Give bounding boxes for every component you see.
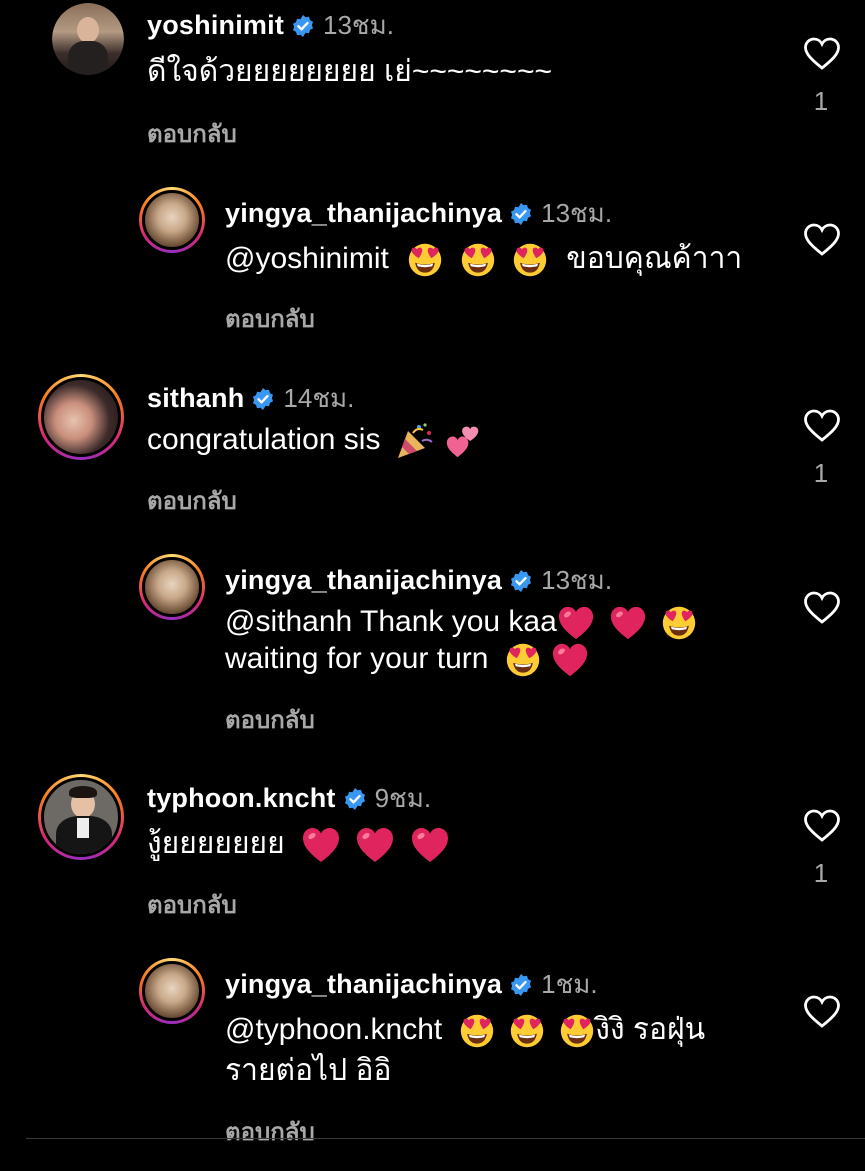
avatar[interactable] <box>139 958 205 1024</box>
reply-button[interactable]: ตอบกลับ <box>225 299 315 338</box>
avatar[interactable] <box>52 3 124 75</box>
verified-badge-icon <box>343 787 367 811</box>
reply-button[interactable]: ตอบกลับ <box>147 481 237 520</box>
comment-text-line2: รายต่อไป อิอิ <box>225 1054 392 1087</box>
party-popper-emoji <box>395 421 435 461</box>
avatar[interactable] <box>139 187 205 253</box>
timestamp: 13ชม. <box>541 198 613 228</box>
verified-badge-icon <box>509 569 533 593</box>
avatar[interactable] <box>38 774 124 860</box>
heart-outline-icon[interactable] <box>803 591 841 625</box>
reply-button[interactable]: ตอบกลับ <box>225 700 315 739</box>
timestamp: 13ชม. <box>323 10 394 40</box>
comment-text-line2: waiting for your turn <box>225 642 489 675</box>
heart-eyes-emoji <box>509 1013 545 1049</box>
heart-eyes-emoji <box>512 242 548 278</box>
heart-eyes-emoji <box>407 242 443 278</box>
red-heart-emoji <box>557 604 595 642</box>
red-heart-emoji <box>301 825 341 865</box>
reply-button[interactable]: ตอบกลับ <box>225 1112 315 1151</box>
timestamp: 9ชม. <box>374 783 432 813</box>
red-heart-emoji <box>551 641 589 679</box>
mention-link[interactable]: @yoshinimit <box>225 242 389 275</box>
like-count[interactable]: 1 <box>806 858 836 889</box>
heart-eyes-emoji <box>460 242 496 278</box>
comment-text: waiting for your turn <box>225 640 589 679</box>
heart-outline-icon[interactable] <box>803 37 841 71</box>
comment-text: @typhoon.kncht งิงิ รอฝุ่น <box>225 1011 705 1049</box>
heart-eyes-emoji <box>661 605 697 641</box>
comment-text: งู้ยยยยยยย <box>147 825 450 865</box>
heart-eyes-emoji <box>459 1013 495 1049</box>
username[interactable]: yoshinimit <box>147 10 284 41</box>
red-heart-emoji <box>410 825 450 865</box>
comment-text-body: congratulation sis <box>147 423 381 456</box>
two-hearts-emoji <box>445 423 481 459</box>
divider <box>26 1138 865 1139</box>
timestamp: 14ชม. <box>283 383 355 413</box>
username[interactable]: yingya_thanijachinya <box>225 565 502 596</box>
reply-button[interactable]: ตอบกลับ <box>147 114 237 153</box>
comment-text: @yoshinimit ขอบคุณค้าาา <box>225 240 742 278</box>
comment-text-suffix: ขอบคุณค้าาา <box>566 242 743 275</box>
heart-eyes-emoji <box>505 642 541 678</box>
username[interactable]: yingya_thanijachinya <box>225 198 502 229</box>
like-count[interactable]: 1 <box>806 86 836 117</box>
heart-outline-icon[interactable] <box>803 809 841 843</box>
timestamp: 1ชม. <box>541 969 598 999</box>
avatar[interactable] <box>38 374 124 460</box>
timestamp: 13ชม. <box>541 565 613 595</box>
mention-link[interactable]: @typhoon.kncht <box>225 1013 442 1046</box>
mention-link[interactable]: @sithanh <box>225 605 352 638</box>
comment-text-suffix: งิงิ รอฝุ่น <box>595 1013 706 1046</box>
comment-text: @sithanh Thank you kaa <box>225 603 697 642</box>
verified-badge-icon <box>291 14 315 38</box>
verified-badge-icon <box>251 387 275 411</box>
avatar[interactable] <box>139 554 205 620</box>
comment-text: congratulation sis <box>147 421 481 461</box>
comment-text-body: งู้ยยยยยยย <box>147 827 285 860</box>
comment-text: ดีใจด้วยยยยยยยย เย่~~~~~~~~ <box>147 55 552 88</box>
reply-button[interactable]: ตอบกลับ <box>147 885 237 924</box>
verified-badge-icon <box>509 973 533 997</box>
username[interactable]: sithanh <box>147 383 244 414</box>
like-count[interactable]: 1 <box>806 458 836 489</box>
heart-eyes-emoji <box>559 1013 595 1049</box>
red-heart-emoji <box>355 825 395 865</box>
username[interactable]: yingya_thanijachinya <box>225 969 502 1000</box>
heart-outline-icon[interactable] <box>803 409 841 443</box>
red-heart-emoji <box>609 604 647 642</box>
heart-outline-icon[interactable] <box>803 995 841 1029</box>
heart-outline-icon[interactable] <box>803 223 841 257</box>
comment-text-line1: Thank you kaa <box>360 605 557 638</box>
verified-badge-icon <box>509 202 533 226</box>
username[interactable]: typhoon.kncht <box>147 783 336 814</box>
